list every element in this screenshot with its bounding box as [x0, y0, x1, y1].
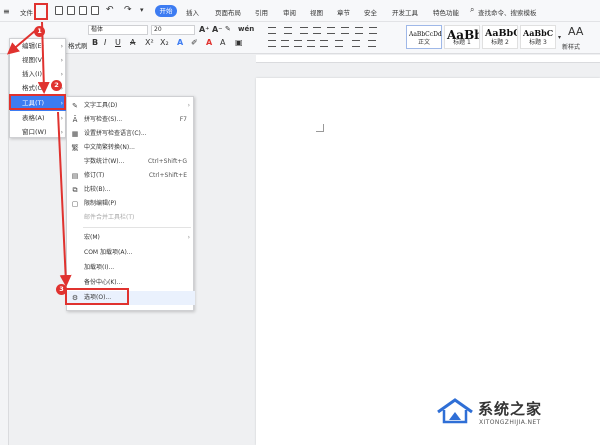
annotation-badge-3: 3: [56, 284, 67, 295]
annotation-badge-2: 2: [51, 80, 62, 91]
annotation-arrows: [6, 21, 72, 287]
annotation-badge-1: 1: [34, 26, 45, 37]
watermark-url: XITONGZHIJIA.NET: [479, 419, 541, 426]
watermark-title: 系统之家: [478, 400, 543, 418]
watermark-house-logo: [437, 398, 473, 424]
